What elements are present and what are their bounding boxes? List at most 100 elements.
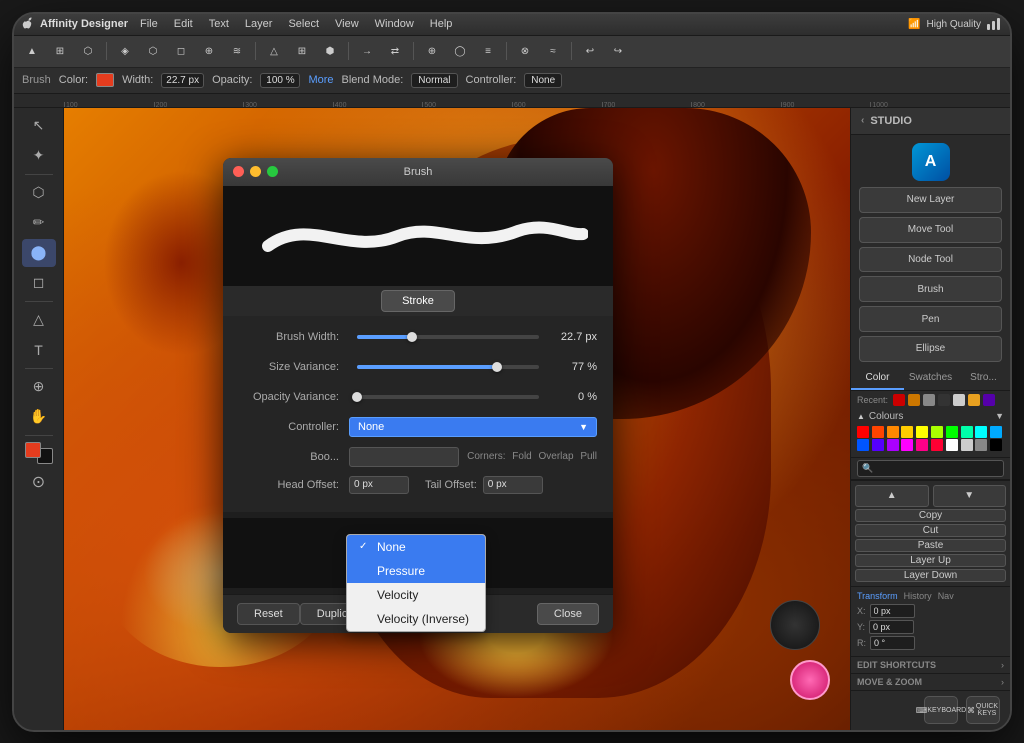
- brush-tool[interactable]: ⬤: [22, 239, 56, 267]
- swatch-cell[interactable]: [887, 439, 899, 451]
- opacity-variance-thumb[interactable]: [352, 392, 362, 402]
- swatch-cell[interactable]: [916, 426, 928, 438]
- swatch-cell[interactable]: [872, 439, 884, 451]
- canvas-area[interactable]: Brush Stroke: [64, 108, 850, 730]
- swatch-cell[interactable]: [857, 426, 869, 438]
- quick-keys-btn[interactable]: ⌘QUICK KEYS: [966, 696, 1000, 724]
- stroke-tab[interactable]: Stroke: [381, 290, 455, 312]
- opacity-variance-slider[interactable]: [357, 395, 539, 399]
- recent-color-1[interactable]: [893, 394, 905, 406]
- minimize-traffic-light[interactable]: [250, 166, 261, 177]
- toolbar-btn-16[interactable]: ≡: [476, 40, 500, 62]
- swatch-cell[interactable]: [946, 439, 958, 451]
- swatch-cell[interactable]: [961, 439, 973, 451]
- eraser-tool[interactable]: ◻: [22, 269, 56, 297]
- layer-up-btn[interactable]: Layer Up: [855, 554, 1006, 567]
- swatch-cell[interactable]: [887, 426, 899, 438]
- menu-text[interactable]: Text: [209, 18, 229, 30]
- recent-color-7[interactable]: [983, 394, 995, 406]
- swatch-cell[interactable]: [990, 426, 1002, 438]
- swatch-cell[interactable]: [975, 439, 987, 451]
- copy-btn[interactable]: Copy: [855, 509, 1006, 522]
- toolbar-btn-7[interactable]: ⊕: [197, 40, 221, 62]
- more-btn[interactable]: More: [308, 74, 333, 86]
- swatch-cell[interactable]: [931, 439, 943, 451]
- toolbar-btn-3[interactable]: ⬡: [76, 40, 100, 62]
- opacity-value[interactable]: 100 %: [260, 73, 300, 88]
- zoom-tool[interactable]: ⊕: [22, 373, 56, 401]
- toolbar-btn-12[interactable]: →: [355, 40, 379, 62]
- keyboard-btn[interactable]: ⌨KEYBOARD: [924, 696, 958, 724]
- y-input[interactable]: [869, 620, 914, 634]
- overlap-option[interactable]: Overlap: [539, 451, 574, 462]
- toolbar-btn-13[interactable]: ⇄: [383, 40, 407, 62]
- swatch-cell[interactable]: [916, 439, 928, 451]
- option-pressure[interactable]: Pressure: [347, 559, 485, 583]
- colours-dropdown-icon[interactable]: ▼: [995, 411, 1004, 421]
- select-tool[interactable]: ↖: [22, 112, 56, 140]
- toolbar-btn-6[interactable]: ◻: [169, 40, 193, 62]
- toolbar-btn-2[interactable]: ⊞: [48, 40, 72, 62]
- toolbar-btn-15[interactable]: ◯: [448, 40, 472, 62]
- close-traffic-light[interactable]: [233, 166, 244, 177]
- boost-control[interactable]: [349, 447, 459, 467]
- swatches-tab[interactable]: Swatches: [904, 368, 957, 390]
- swatch-cell[interactable]: [872, 426, 884, 438]
- head-offset-input[interactable]: [349, 476, 409, 494]
- color-tab[interactable]: Color: [851, 368, 904, 390]
- node-tool-btn[interactable]: Node Tool: [859, 247, 1002, 273]
- toolbar-btn-14[interactable]: ⊕: [420, 40, 444, 62]
- ellipse-panel-btn[interactable]: Ellipse: [859, 336, 1002, 362]
- toolbar-undo[interactable]: ↩: [578, 40, 602, 62]
- swatch-cell[interactable]: [901, 439, 913, 451]
- swatch-cell[interactable]: [961, 426, 973, 438]
- crop-tool[interactable]: ⬡: [22, 179, 56, 207]
- color-swatch[interactable]: [96, 73, 114, 87]
- brush-panel-btn[interactable]: Brush: [859, 276, 1002, 302]
- menu-window[interactable]: Window: [375, 18, 414, 30]
- size-variance-slider[interactable]: [357, 365, 539, 369]
- up-arrow-btn[interactable]: ▲: [855, 485, 929, 507]
- toolbar-btn-17[interactable]: ⊗: [513, 40, 537, 62]
- stroke-tab-right[interactable]: Stro...: [957, 368, 1010, 390]
- controller-dropdown[interactable]: None: [524, 73, 562, 88]
- toolbar-btn-4[interactable]: ◈: [113, 40, 137, 62]
- fold-option[interactable]: Fold: [512, 451, 531, 462]
- width-value[interactable]: 22.7 px: [161, 73, 204, 88]
- color-picker[interactable]: ⊙: [22, 468, 56, 496]
- recent-color-4[interactable]: [938, 394, 950, 406]
- edit-shortcuts[interactable]: EDIT SHORTCUTS ›: [851, 656, 1010, 673]
- reset-button[interactable]: Reset: [237, 603, 300, 625]
- swatch-cell[interactable]: [931, 426, 943, 438]
- swatch-cell[interactable]: [946, 426, 958, 438]
- recent-color-6[interactable]: [968, 394, 980, 406]
- paint-tool[interactable]: ✏: [22, 209, 56, 237]
- option-velocity[interactable]: Velocity: [347, 583, 485, 607]
- recent-color-5[interactable]: [953, 394, 965, 406]
- toolbar-btn-1[interactable]: ▲: [20, 40, 44, 62]
- brush-width-thumb[interactable]: [407, 332, 417, 342]
- toolbar-btn-11[interactable]: ⬢: [318, 40, 342, 62]
- menu-select[interactable]: Select: [288, 18, 319, 30]
- toolbar-btn-10[interactable]: ⊞: [290, 40, 314, 62]
- x-input[interactable]: [870, 604, 915, 618]
- r-input[interactable]: [870, 636, 915, 650]
- history-tab[interactable]: History: [904, 591, 932, 601]
- menu-edit[interactable]: Edit: [174, 18, 193, 30]
- menu-help[interactable]: Help: [430, 18, 453, 30]
- transform-tab[interactable]: Transform: [857, 591, 898, 601]
- shape-tool[interactable]: △: [22, 306, 56, 334]
- toolbar-btn-8[interactable]: ≋: [225, 40, 249, 62]
- nav-tab[interactable]: Nav: [938, 591, 954, 601]
- node-tool[interactable]: ✦: [22, 142, 56, 170]
- swatch-cell[interactable]: [901, 426, 913, 438]
- move-tool-btn[interactable]: Move Tool: [859, 217, 1002, 243]
- foreground-color[interactable]: [25, 442, 41, 458]
- recent-color-2[interactable]: [908, 394, 920, 406]
- down-arrow-btn[interactable]: ▼: [933, 485, 1007, 507]
- toolbar-btn-5[interactable]: ⬡: [141, 40, 165, 62]
- toolbar-btn-18[interactable]: ≈: [541, 40, 565, 62]
- brush-width-slider[interactable]: [357, 335, 539, 339]
- option-none[interactable]: ✓ None: [347, 535, 485, 559]
- recent-color-3[interactable]: [923, 394, 935, 406]
